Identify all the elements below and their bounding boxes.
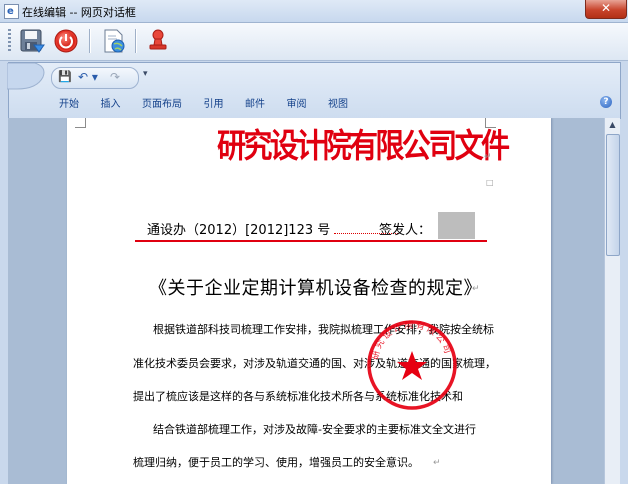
stamp-person-icon	[149, 29, 167, 50]
tab-review[interactable]: 审阅	[287, 96, 307, 114]
document-area: 研究设计院有限公司文件 ↵ □ 通设办（2012）[2012]123 号 签发人…	[8, 118, 604, 484]
document-button[interactable]	[100, 27, 128, 55]
toolbar-separator	[89, 29, 91, 53]
red-separator-line	[135, 240, 487, 242]
toolbar-separator	[135, 29, 137, 53]
margin-corner	[75, 118, 86, 128]
toolbar	[0, 23, 628, 61]
vertical-scrollbar[interactable]: ▲	[604, 118, 620, 484]
title-bar: e 在线编辑 -- 网页对话框 ✕	[0, 0, 628, 23]
paragraph-mark: ↵	[472, 284, 480, 294]
close-button[interactable]: ✕	[585, 0, 627, 19]
toolbar-grip[interactable]	[8, 29, 11, 53]
body-paragraph-line: 梳理归纳，便于员工的学习、使用，增强员工的安全意识。	[133, 456, 419, 469]
document-title: 《关于企业定期计算机设备检查的规定》	[149, 278, 482, 299]
stamp-button[interactable]	[145, 27, 173, 55]
scroll-thumb[interactable]	[606, 134, 620, 256]
anchor-handle: □	[486, 178, 494, 187]
signer-label: 签发人：	[379, 223, 432, 238]
quick-access-toolbar: 💾 ↶ ▾ ↷	[51, 67, 139, 89]
close-doc-button[interactable]	[52, 27, 80, 55]
save-icon	[20, 29, 45, 53]
qat-undo-icon[interactable]: ↶ ▾	[78, 69, 98, 85]
ribbon-tabs: 开始 插入 页面布局 引用 邮件 审阅 视图	[59, 96, 366, 114]
redacted-signer-name	[438, 212, 475, 239]
document-header: 研究设计院有限公司文件	[217, 126, 510, 165]
document-globe-icon	[104, 29, 125, 53]
reference-text: 通设办（2012）[2012]123 号	[147, 223, 331, 238]
scroll-up-icon[interactable]: ▲	[605, 118, 620, 132]
company-seal[interactable]: 研究设计院有限公司	[365, 318, 459, 412]
tab-home[interactable]: 开始	[59, 96, 79, 114]
tab-page-layout[interactable]: 页面布局	[142, 96, 182, 114]
tab-mailings[interactable]: 邮件	[245, 96, 265, 114]
document-reference-number: 通设办（2012）[2012]123 号	[147, 219, 399, 238]
tab-insert[interactable]: 插入	[101, 96, 121, 114]
app-icon: e	[4, 4, 19, 19]
window-title: 在线编辑 -- 网页对话框	[22, 6, 136, 19]
tab-references[interactable]: 引用	[204, 96, 224, 114]
qat-save-icon[interactable]: 💾	[58, 69, 72, 85]
document-page[interactable]: 研究设计院有限公司文件 ↵ □ 通设办（2012）[2012]123 号 签发人…	[67, 118, 551, 484]
paragraph-mark: ↵	[484, 152, 492, 162]
tab-view[interactable]: 视图	[328, 96, 348, 114]
qat-redo-icon[interactable]: ↷	[110, 69, 120, 85]
office-button-icon[interactable]	[7, 63, 47, 91]
ribbon: 💾 ↶ ▾ ↷ ▾ 开始 插入 页面布局 引用 邮件 审阅 视图 ?	[7, 62, 621, 119]
power-icon	[54, 29, 78, 53]
paragraph-mark: ↵	[433, 458, 441, 468]
qat-customize-icon[interactable]: ▾	[143, 69, 148, 79]
save-button[interactable]	[18, 27, 46, 55]
body-paragraph-line: 结合铁道部梳理工作，对涉及故障-安全要求的主要标准文全文进行	[153, 423, 476, 436]
help-icon[interactable]: ?	[600, 96, 612, 108]
